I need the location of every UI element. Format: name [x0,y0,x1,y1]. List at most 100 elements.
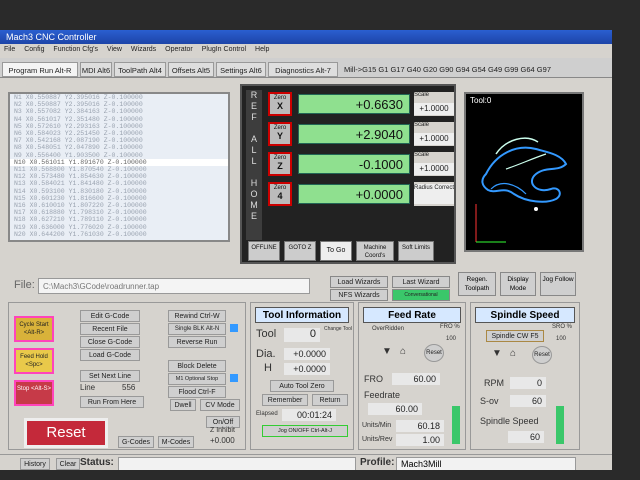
gcode-line: N19 X0.636000 Y1.776020 Z-0.100000 [14,223,147,231]
block-delete-button[interactable]: Block Delete [168,360,226,372]
to-go-button[interactable]: To Go [320,241,352,261]
soft-limits-button[interactable]: Soft Limits [398,241,434,261]
dro-y-value[interactable]: +2.9040 [298,124,410,144]
menu-item[interactable]: PlugIn Control [202,46,246,53]
menu-item[interactable]: Function Cfg's [53,46,98,53]
recent-file-button[interactable]: Recent File [80,323,140,335]
tab-diagnostics[interactable]: Diagnostics Alt-7 [268,62,338,77]
run-from-here-button[interactable]: Run From Here [80,396,144,408]
zero-x-button[interactable]: Zero X [268,92,292,116]
cv-mode-button[interactable]: CV Mode [200,399,240,411]
tool-value[interactable]: 0 [284,328,320,342]
sov-value: 60 [510,395,546,407]
goto-z-button[interactable]: GOTO Z [284,241,316,261]
last-wizard-button[interactable]: Last Wizard [392,276,450,288]
reverse-run-button[interactable]: Reverse Run [168,336,226,348]
edit-gcode-button[interactable]: Edit G-Code [80,310,140,322]
tab-program-run[interactable]: Program Run Alt-R [2,62,78,77]
dia-value[interactable]: +0.0000 [284,348,330,360]
dro-z-value[interactable]: -0.1000 [298,154,410,174]
display-mode-button[interactable]: Display Mode [500,272,536,296]
fro-pct-label: FRO % [440,324,460,330]
scale-x-value[interactable]: +1.0000 [414,103,454,115]
z-inhibit-value[interactable]: +0.000 [210,436,235,445]
menu-item[interactable]: File [4,46,15,53]
feed-down-icon[interactable]: ▼ [382,346,392,357]
line-value: 556 [122,383,136,392]
offline-button[interactable]: OFFLINE [248,241,280,261]
menu-item[interactable]: Operator [165,46,193,53]
machine-coords-button[interactable]: Machine Coord's [356,241,394,261]
feed-up-icon[interactable]: ⌂ [400,346,406,357]
close-gcode-button[interactable]: Close G-Code [80,336,140,348]
change-tool-label[interactable]: Change Tool [324,326,352,332]
feed-rate-title: Feed Rate [363,307,461,323]
set-next-line-button[interactable]: Set Next Line [80,370,140,382]
scale-y-value[interactable]: +1.0000 [414,133,454,145]
remember-button[interactable]: Remember [262,394,308,406]
tab-settings[interactable]: Settings Alt6 [216,62,266,77]
regen-toolpath-button[interactable]: Regen. Toolpath [458,272,496,296]
tab-toolpath[interactable]: ToolPath Alt4 [114,62,166,77]
cycle-start-button[interactable]: Cycle Start <Alt-R> [14,316,54,342]
h-value[interactable]: +0.0000 [284,363,330,375]
spindle-down-icon[interactable]: ▼ [492,348,502,359]
tab-offsets[interactable]: Offsets Alt5 [168,62,214,77]
return-button[interactable]: Return [312,394,348,406]
jog-toggle-button[interactable]: Jog ON/OFF Ctrl-Alt-J [262,425,348,437]
rewind-button[interactable]: Rewind Ctrl-W [168,310,226,322]
single-blk-button[interactable]: Single BLK Alt-N [168,323,226,335]
jog-follow-button[interactable]: Jog Follow [540,272,576,296]
load-gcode-button[interactable]: Load G-Code [80,349,140,361]
file-path-field[interactable]: C:\Mach3\GCode\roadrunner.tap [38,278,310,294]
single-blk-led [230,324,238,332]
flood-button[interactable]: Flood Ctrl-F [168,386,226,398]
file-row: File: C:\Mach3\GCode\roadrunner.tap [8,276,310,296]
status-field [118,457,356,470]
fro-value[interactable]: 60.00 [392,373,440,385]
spindle-cw-button[interactable]: Spindle CW F5 [486,330,544,342]
history-button[interactable]: History [20,458,50,470]
menu-item[interactable]: Config [24,46,44,53]
dro-x-value[interactable]: +0.6630 [298,94,410,114]
feedrate-value[interactable]: 60.00 [368,403,422,415]
reset-button[interactable]: Reset [24,418,108,448]
menu-item[interactable]: View [107,46,122,53]
feed-rate-bar [452,406,460,444]
radius-correct-label: Radius Correct [414,184,454,204]
menu-item[interactable]: Wizards [131,46,156,53]
nfs-wizards-button[interactable]: NFS Wizards [330,289,388,301]
m1-optional-stop-button[interactable]: M1 Optional Stop [168,373,226,385]
menu-item[interactable]: Help [255,46,269,53]
gcode-listing[interactable]: N1 X0.550887 Y2.395016 Z-0.100000 N2 X0.… [8,92,230,242]
feed-hold-button[interactable]: Feed Hold <Spc> [14,348,54,374]
toolpath-view[interactable]: Tool:0 [464,92,584,252]
zero-z-button[interactable]: Zero Z [268,152,292,176]
dwell-button[interactable]: Dwell [170,399,196,411]
zero-4-button[interactable]: Zero 4 [268,182,292,206]
conversational-button[interactable]: Conversational [392,289,450,301]
spindle-speed-value[interactable]: 60 [508,431,544,443]
load-wizards-button[interactable]: Load Wizards [330,276,388,288]
spindle-reset-button[interactable]: Reset [532,346,552,364]
toolpath-drawing [475,137,568,243]
spindle-up-icon[interactable]: ⌂ [510,348,516,359]
window-title: Mach3 CNC Controller [0,30,612,44]
clear-button[interactable]: Clear [56,458,80,470]
dro-panel: REF ALL HOME Zero X +0.6630 Scale +1.0000 … [240,84,456,264]
dro-4-value[interactable]: +0.0000 [298,184,410,204]
mach3-screen: Mach3 CNC Controller File Config Functio… [0,30,612,470]
feed-reset-button[interactable]: Reset [424,344,444,362]
gcodes-button[interactable]: G-Codes [118,436,154,448]
scale-z-value[interactable]: +1.0000 [414,163,454,175]
mcodes-button[interactable]: M-Codes [158,436,194,448]
tab-mdi[interactable]: MDI Alt6 [80,62,112,77]
zero-y-button[interactable]: Zero Y [268,122,292,146]
dia-label: Dia. [256,348,276,360]
radius-correct-button[interactable]: Radius Correct [414,182,454,206]
ref-all-home-button[interactable]: REF ALL HOME [246,90,262,240]
auto-tool-zero-button[interactable]: Auto Tool Zero [270,380,334,392]
fro-label: FRO [364,374,383,384]
spindle-speed-bar [556,406,564,444]
stop-button[interactable]: Stop <Alt-S> [14,380,54,406]
